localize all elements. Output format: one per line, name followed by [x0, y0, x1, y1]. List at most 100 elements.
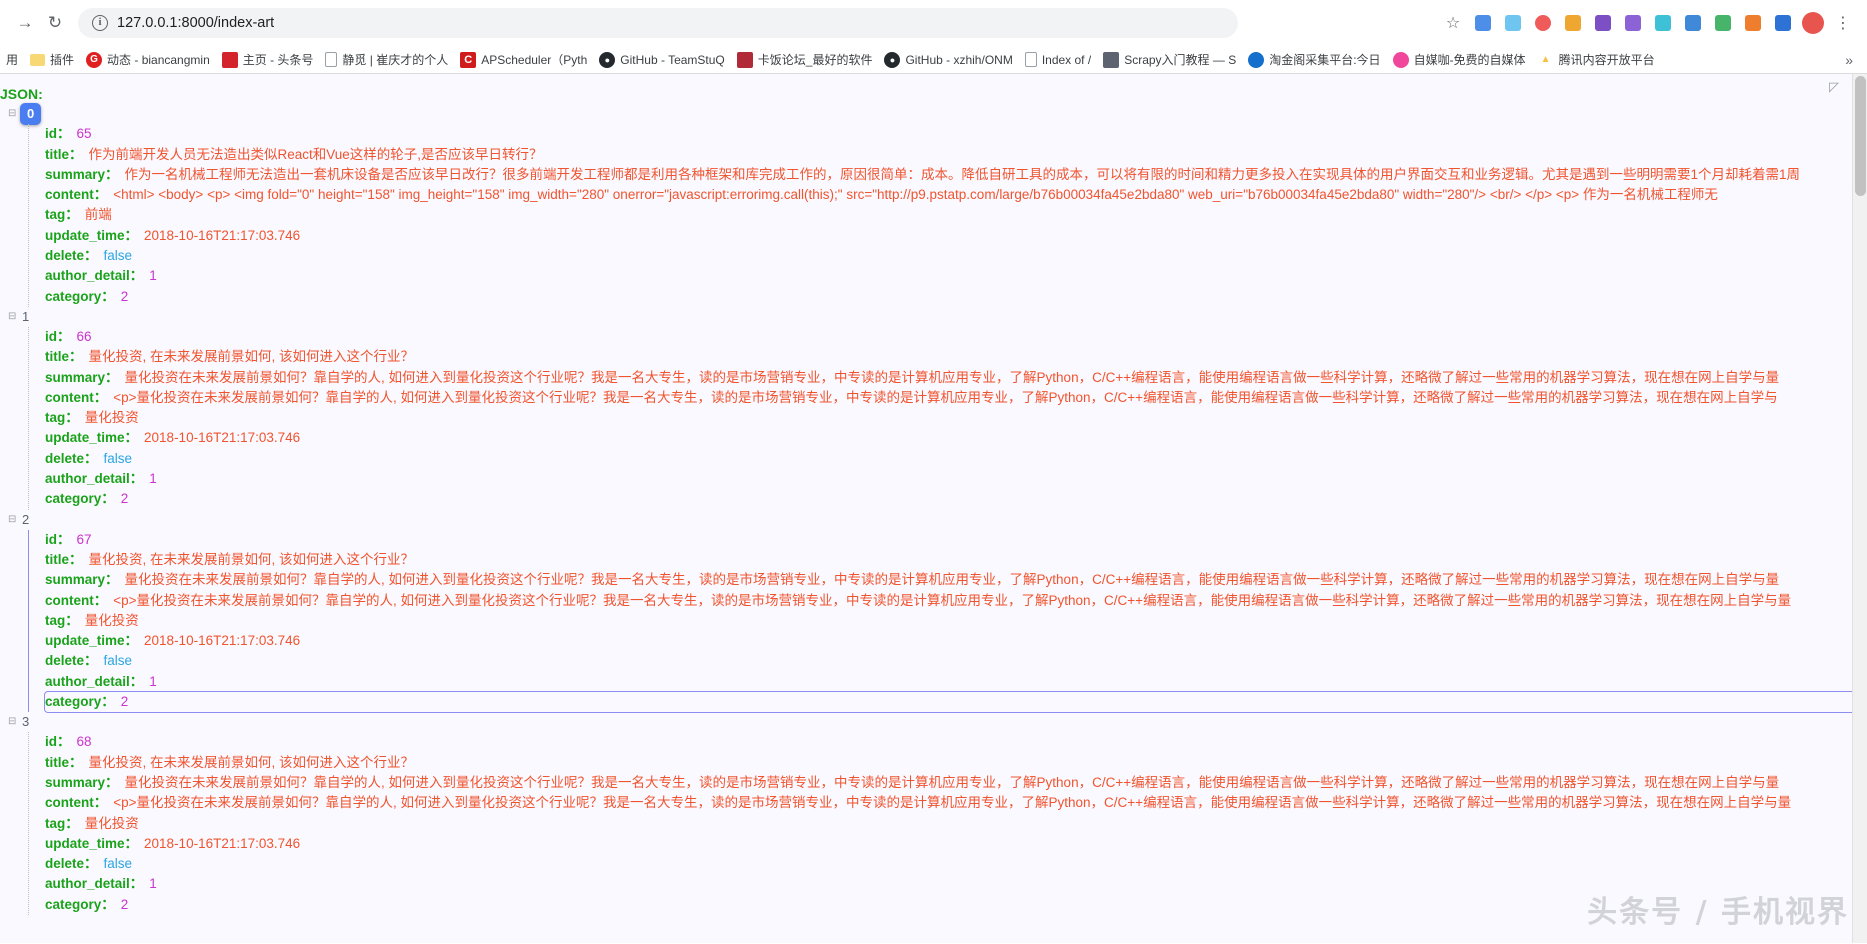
- address-bar-url: 127.0.0.1:8000/index-art: [117, 15, 274, 31]
- bookmark-item[interactable]: CAPScheduler（Pyth: [454, 49, 593, 71]
- extension-shield-icon[interactable]: [1559, 9, 1587, 37]
- json-field-id[interactable]: id：68: [45, 732, 1867, 752]
- extension-green-icon[interactable]: [1709, 9, 1737, 37]
- json-field-content[interactable]: content：<p>量化投资在未来发展前景如何？靠自学的人, 如何进入到量化投…: [45, 388, 1867, 408]
- extension-blue-icon[interactable]: [1469, 9, 1497, 37]
- bookmark-item[interactable]: ●GitHub - xzhih/ONM: [878, 49, 1018, 71]
- json-field-delete[interactable]: delete：false: [45, 246, 1867, 266]
- resize-grip[interactable]: ◸: [1829, 79, 1847, 97]
- field-value: 量化投资在未来发展前景如何？靠自学的人, 如何进入到量化投资这个行业呢？我是一名…: [125, 572, 1780, 587]
- json-field-delete[interactable]: delete：false: [45, 854, 1867, 874]
- expand-collapse-icon[interactable]: ⊟: [8, 307, 20, 327]
- field-value: <p>量化投资在未来发展前景如何？靠自学的人, 如何进入到量化投资这个行业呢？我…: [113, 390, 1777, 405]
- field-key: tag: [45, 410, 65, 425]
- page-content: JSON: ⊟0id：65title：作为前端开发人员无法造出类似React和V…: [0, 74, 1867, 943]
- json-field-title[interactable]: title：量化投资, 在未来发展前景如何, 该如何进入这个行业？: [45, 347, 1867, 367]
- record-header[interactable]: ⊟2: [6, 510, 1867, 530]
- bookmark-item[interactable]: 主页 - 头条号: [216, 49, 320, 71]
- record-index[interactable]: 0: [20, 103, 41, 125]
- json-field-category[interactable]: category：2: [45, 895, 1867, 915]
- forward-icon[interactable]: →: [10, 8, 40, 38]
- json-field-summary[interactable]: summary：量化投资在未来发展前景如何？靠自学的人, 如何进入到量化投资这个…: [45, 368, 1867, 388]
- record-index[interactable]: 3: [20, 712, 29, 732]
- json-field-update_time[interactable]: update_time：2018-10-16T21:17:03.746: [45, 834, 1867, 854]
- extension-cyan-icon[interactable]: [1649, 9, 1677, 37]
- json-field-update_time[interactable]: update_time：2018-10-16T21:17:03.746: [45, 428, 1867, 448]
- json-field-category[interactable]: category：2: [45, 287, 1867, 307]
- field-colon: ：: [69, 349, 83, 364]
- json-field-summary[interactable]: summary：量化投资在未来发展前景如何？靠自学的人, 如何进入到量化投资这个…: [45, 570, 1867, 590]
- json-field-id[interactable]: id：67: [45, 530, 1867, 550]
- field-key: category: [45, 491, 101, 506]
- bookmark-item[interactable]: ▲腾讯内容开放平台: [1532, 49, 1661, 71]
- extension-blue2-icon[interactable]: [1769, 9, 1797, 37]
- bookmark-item[interactable]: Index of /: [1019, 49, 1097, 71]
- json-field-tag[interactable]: tag：前端: [45, 205, 1867, 225]
- profile-avatar[interactable]: [1799, 9, 1827, 37]
- json-field-content[interactable]: content：<html> <body> <p> <img fold="0" …: [45, 185, 1867, 205]
- record-header[interactable]: ⊟1: [6, 307, 1867, 327]
- json-field-title[interactable]: title：量化投资, 在未来发展前景如何, 该如何进入这个行业？: [45, 753, 1867, 773]
- json-field-author_detail[interactable]: author_detail：1: [45, 672, 1867, 692]
- extension-chart-icon[interactable]: [1589, 9, 1617, 37]
- json-field-category[interactable]: category：2: [45, 692, 1867, 712]
- expand-collapse-icon[interactable]: ⊟: [8, 104, 20, 124]
- browser-chrome: → ↻ i 127.0.0.1:8000/index-art ☆ ⋮ 用插件G动…: [0, 0, 1867, 74]
- json-field-id[interactable]: id：66: [45, 327, 1867, 347]
- json-field-author_detail[interactable]: author_detail：1: [45, 874, 1867, 894]
- bookmarks-overflow-icon[interactable]: »: [1837, 52, 1861, 68]
- field-value: 量化投资: [85, 410, 139, 425]
- field-colon: ：: [57, 126, 71, 141]
- toolbar-actions: ☆ ⋮: [1439, 9, 1857, 37]
- json-field-summary[interactable]: summary：作为一名机械工程师无法造出一套机床设备是否应该早日改行？很多前端…: [45, 165, 1867, 185]
- extension-purple-icon[interactable]: [1619, 9, 1647, 37]
- scrollbar-thumb[interactable]: [1855, 76, 1866, 196]
- bookmark-item[interactable]: 用: [0, 49, 24, 71]
- address-bar[interactable]: i 127.0.0.1:8000/index-art: [78, 8, 1238, 38]
- extension-orange-icon[interactable]: [1739, 9, 1767, 37]
- field-colon: ：: [125, 228, 139, 243]
- json-field-delete[interactable]: delete：false: [45, 651, 1867, 671]
- json-field-tag[interactable]: tag：量化投资: [45, 611, 1867, 631]
- bookmark-item[interactable]: 卡饭论坛_最好的软件: [731, 49, 879, 71]
- bookmark-item[interactable]: ●GitHub - TeamStuQ: [593, 49, 730, 71]
- json-field-content[interactable]: content：<p>量化投资在未来发展前景如何？靠自学的人, 如何进入到量化投…: [45, 591, 1867, 611]
- json-field-title[interactable]: title：作为前端开发人员无法造出类似React和Vue这样的轮子,是否应该早…: [45, 145, 1867, 165]
- record-header[interactable]: ⊟0: [6, 104, 1867, 124]
- vertical-scrollbar[interactable]: [1852, 74, 1867, 943]
- json-field-content[interactable]: content：<p>量化投资在未来发展前景如何？靠自学的人, 如何进入到量化投…: [45, 793, 1867, 813]
- field-colon: ：: [84, 653, 98, 668]
- star-icon[interactable]: ☆: [1439, 9, 1467, 37]
- reload-icon[interactable]: ↻: [40, 8, 70, 38]
- bookmark-item[interactable]: G动态 - biancangmin: [80, 49, 216, 71]
- json-field-author_detail[interactable]: author_detail：1: [45, 266, 1867, 286]
- bookmark-item[interactable]: 自媒咖-免费的自媒体: [1387, 49, 1532, 71]
- field-key: id: [45, 126, 57, 141]
- field-key: update_time: [45, 633, 125, 648]
- expand-collapse-icon[interactable]: ⊟: [8, 712, 20, 732]
- info-circle-icon[interactable]: i: [92, 15, 108, 31]
- json-field-delete[interactable]: delete：false: [45, 449, 1867, 469]
- json-field-summary[interactable]: summary：量化投资在未来发展前景如何？靠自学的人, 如何进入到量化投资这个…: [45, 773, 1867, 793]
- record-index[interactable]: 2: [20, 510, 29, 530]
- field-key: title: [45, 755, 69, 770]
- record-index[interactable]: 1: [20, 307, 29, 327]
- json-field-tag[interactable]: tag：量化投资: [45, 408, 1867, 428]
- json-field-update_time[interactable]: update_time：2018-10-16T21:17:03.746: [45, 631, 1867, 651]
- extension-teal-icon[interactable]: [1679, 9, 1707, 37]
- json-field-category[interactable]: category：2: [45, 489, 1867, 509]
- json-field-author_detail[interactable]: author_detail：1: [45, 469, 1867, 489]
- extension-lightblue-icon[interactable]: [1499, 9, 1527, 37]
- record-header[interactable]: ⊟3: [6, 712, 1867, 732]
- expand-collapse-icon[interactable]: ⊟: [8, 510, 20, 530]
- extension-pin-icon[interactable]: [1529, 9, 1557, 37]
- bookmark-item[interactable]: 静觅 | 崔庆才的个人: [319, 49, 454, 71]
- bookmark-item[interactable]: 插件: [24, 49, 80, 71]
- bookmark-item[interactable]: 淘金阁采集平台:今日: [1242, 49, 1386, 71]
- menu-kebab-icon[interactable]: ⋮: [1829, 9, 1857, 37]
- json-field-title[interactable]: title：量化投资, 在未来发展前景如何, 该如何进入这个行业？: [45, 550, 1867, 570]
- json-field-tag[interactable]: tag：量化投资: [45, 814, 1867, 834]
- json-field-update_time[interactable]: update_time：2018-10-16T21:17:03.746: [45, 226, 1867, 246]
- bookmark-item[interactable]: Scrapy入门教程 — S: [1097, 49, 1242, 71]
- json-field-id[interactable]: id：65: [45, 124, 1867, 144]
